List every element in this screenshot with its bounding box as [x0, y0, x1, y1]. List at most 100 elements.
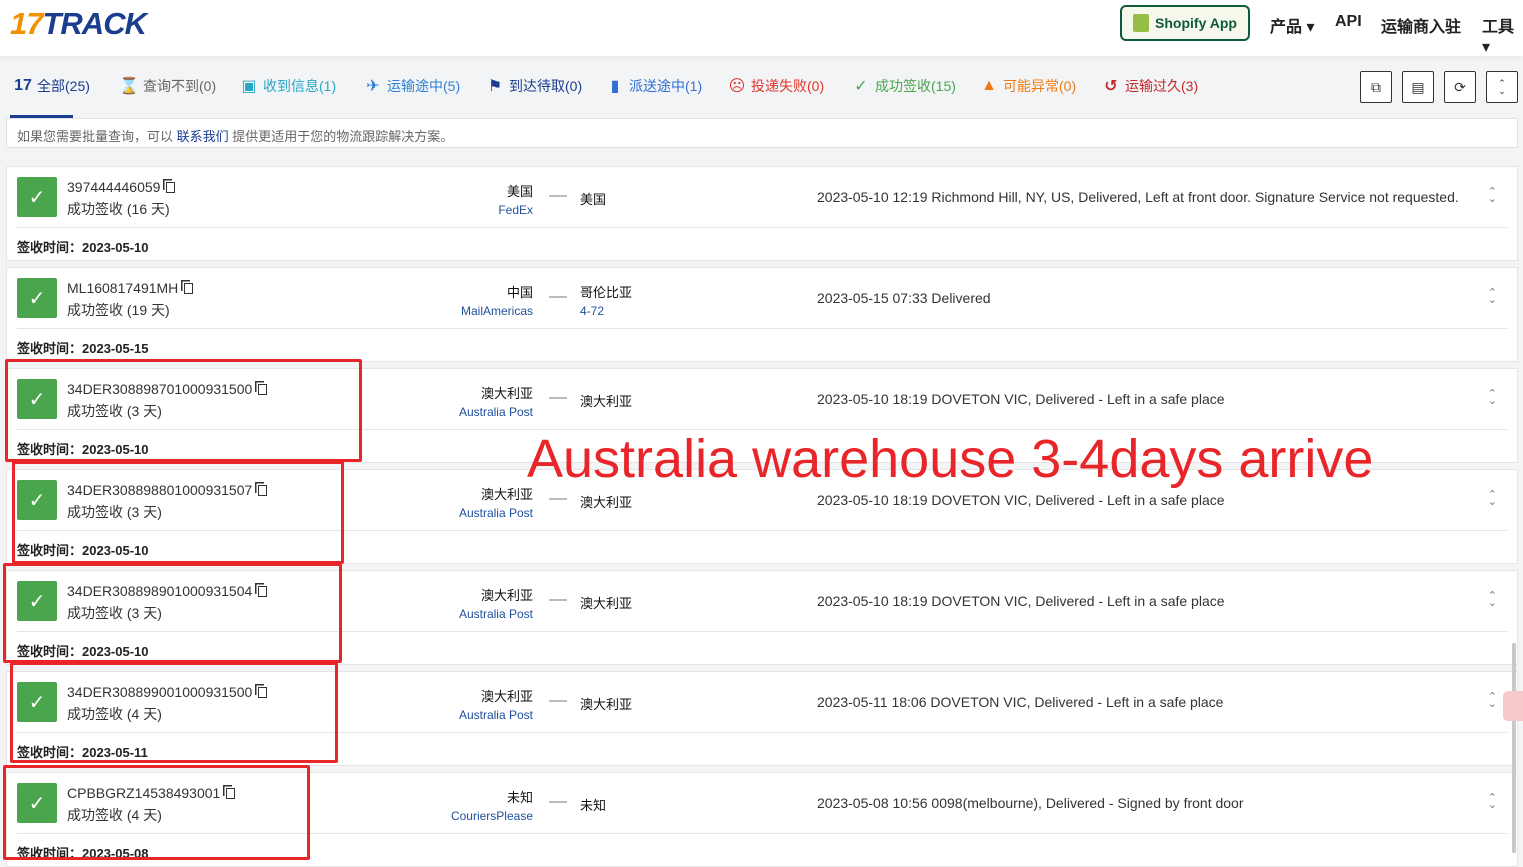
tab-0[interactable]: 17 全部(25) [14, 70, 90, 102]
tab-label: 到达待取(0) [509, 78, 583, 94]
signed-time: 签收时间：2023-05-10 [17, 240, 149, 255]
delivered-check-icon: ✓ [17, 177, 57, 217]
tab-7[interactable]: ✓ 成功签收(15) [852, 70, 956, 102]
tracking-number[interactable]: 397444446059 [67, 179, 160, 195]
origin-carrier-link[interactable]: Australia Post [459, 506, 533, 520]
tab-status-icon: ✈ [366, 78, 380, 95]
chevron-updown-icon: ⌃ ⌄ [1498, 78, 1506, 96]
arrow-icon [549, 498, 567, 500]
tab-status-icon: ↺ [1104, 78, 1118, 95]
highlight-box [3, 765, 310, 860]
shopify-app-button[interactable]: Shopify App [1120, 5, 1250, 41]
shipment-card[interactable]: ✓ ML160817491MH 成功签收 (19 天) 中国 MailAmeric… [6, 267, 1518, 362]
origin-carrier-link[interactable]: Australia Post [459, 708, 533, 722]
latest-event: 2023-05-08 10:56 0098(melbourne), Delive… [817, 795, 1244, 811]
destination: 澳大利亚 [580, 697, 633, 712]
nav-carrier-join[interactable]: 运输商入驻 [1381, 13, 1461, 37]
arrow-icon [549, 599, 567, 601]
tab-label: 可能异常(0) [1003, 78, 1077, 94]
refresh-button[interactable]: ⟳ [1444, 71, 1476, 103]
expand-toggle-icon[interactable]: ⌃ ⌄ [1488, 389, 1497, 407]
tab-label: 成功签收(15) [875, 78, 956, 94]
delivery-status: 成功签收 (16 天) [67, 201, 170, 217]
contact-us-link[interactable]: 联系我们 [177, 129, 229, 144]
top-header: 17TRACK Shopify App 产品 ▾ API 运输商入驻 工具 ▾ [0, 0, 1523, 56]
tab-status-icon: 17 [14, 77, 32, 94]
tab-4[interactable]: ⚑ 到达待取(0) [486, 70, 582, 102]
destination: 澳大利亚 [580, 596, 633, 611]
origin-carrier-link[interactable]: CouriersPlease [451, 809, 533, 823]
tab-status-icon: ✓ [854, 78, 868, 95]
tab-3[interactable]: ✈ 运输途中(5) [364, 70, 460, 102]
shopify-bag-icon [1133, 14, 1150, 32]
copy-icon[interactable] [184, 283, 194, 294]
latest-event: 2023-05-10 18:19 DOVETON VIC, Delivered … [817, 593, 1225, 609]
expand-toggle-icon[interactable]: ⌃ ⌄ [1488, 288, 1497, 306]
expand-toggle-icon[interactable]: ⌃ ⌄ [1488, 692, 1497, 710]
tab-1[interactable]: ⌛ 查询不到(0) [119, 70, 217, 102]
expand-toggle-icon[interactable]: ⌃ ⌄ [1488, 187, 1497, 205]
tab-2[interactable]: ▣ 收到信息(1) [240, 70, 336, 102]
origin-carrier-link[interactable]: Australia Post [459, 607, 533, 621]
tab-status-icon: ▮ [610, 78, 620, 95]
tab-6[interactable]: ☹ 投递失败(0) [728, 70, 824, 102]
latest-event: 2023-05-10 18:19 DOVETON VIC, Delivered … [817, 391, 1225, 407]
refresh-icon: ⟳ [1454, 78, 1466, 95]
destination: 澳大利亚 [580, 495, 633, 510]
tab-status-icon: ☹ [728, 78, 746, 95]
origin: 中国 MailAmericas [460, 285, 533, 318]
tab-status-icon: ▲ [981, 77, 997, 94]
arrow-icon [549, 195, 567, 197]
nav-api[interactable]: API [1335, 13, 1362, 31]
highlight-box [3, 563, 342, 663]
latest-event: 2023-05-10 12:19 Richmond Hill, NY, US, … [817, 189, 1459, 205]
arrow-icon [549, 397, 567, 399]
nav-products[interactable]: 产品 ▾ [1270, 13, 1314, 37]
delivered-check-icon: ✓ [17, 278, 57, 318]
destination: 澳大利亚 [580, 394, 633, 409]
delivery-status: 成功签收 (19 天) [67, 302, 170, 318]
origin: 美国 FedEx [498, 184, 533, 217]
destination: 哥伦比亚 4-72 [580, 285, 633, 318]
logo[interactable]: 17TRACK [10, 6, 147, 42]
tracking-number[interactable]: ML160817491MH [67, 280, 178, 296]
annotation-text: Australia warehouse 3-4days arrive [527, 429, 1374, 489]
origin-carrier-link[interactable]: Australia Post [459, 405, 533, 419]
expand-toggle-icon[interactable]: ⌃ ⌄ [1488, 591, 1497, 609]
destination-carrier-link[interactable]: 4-72 [580, 304, 632, 318]
origin-carrier-link[interactable]: FedEx [498, 203, 533, 217]
divider [17, 227, 1507, 228]
tab-label: 运输途中(5) [387, 78, 461, 94]
tab-9[interactable]: ↺ 运输过久(3) [1102, 70, 1198, 102]
copy-icon: ⧉ [1371, 78, 1381, 95]
floating-search-button[interactable] [1503, 691, 1523, 721]
copy-button[interactable]: ⧉ [1360, 71, 1392, 103]
expand-all-button[interactable]: ⌃ ⌄ [1486, 71, 1518, 103]
tab-8[interactable]: ▲ 可能异常(0) [980, 70, 1076, 102]
origin: 澳大利亚 Australia Post [458, 689, 533, 722]
expand-toggle-icon[interactable]: ⌃ ⌄ [1488, 490, 1497, 508]
divider [17, 328, 1507, 329]
expand-toggle-icon[interactable]: ⌃ ⌄ [1488, 793, 1497, 811]
origin-carrier-link[interactable]: MailAmericas [461, 304, 533, 318]
copy-all-button[interactable]: ▤ [1402, 71, 1434, 103]
shipment-card[interactable]: ✓ 397444446059 成功签收 (16 天) 美国 FedEx 美国 20… [6, 166, 1518, 261]
highlight-box [10, 662, 338, 763]
tab-5[interactable]: ▮ 派送途中(1) [606, 70, 703, 102]
tab-label: 派送途中(1) [629, 78, 703, 94]
destination: 美国 [580, 192, 607, 207]
origin: 澳大利亚 Australia Post [458, 588, 533, 621]
destination: 未知 [580, 798, 607, 813]
copy-icon[interactable] [166, 182, 176, 193]
signed-time: 签收时间：2023-05-15 [17, 341, 149, 356]
document-copy-icon: ▤ [1411, 78, 1425, 95]
tab-label: 收到信息(1) [263, 78, 337, 94]
highlight-box [12, 461, 344, 564]
tab-label: 查询不到(0) [143, 78, 217, 94]
origin: 未知 CouriersPlease [450, 790, 533, 823]
latest-event: 2023-05-15 07:33 Delivered [817, 290, 991, 306]
scrollbar[interactable] [1512, 643, 1516, 853]
nav-tools[interactable]: 工具 ▾ [1482, 13, 1523, 57]
arrow-icon [549, 801, 567, 803]
origin: 澳大利亚 Australia Post [458, 487, 533, 520]
